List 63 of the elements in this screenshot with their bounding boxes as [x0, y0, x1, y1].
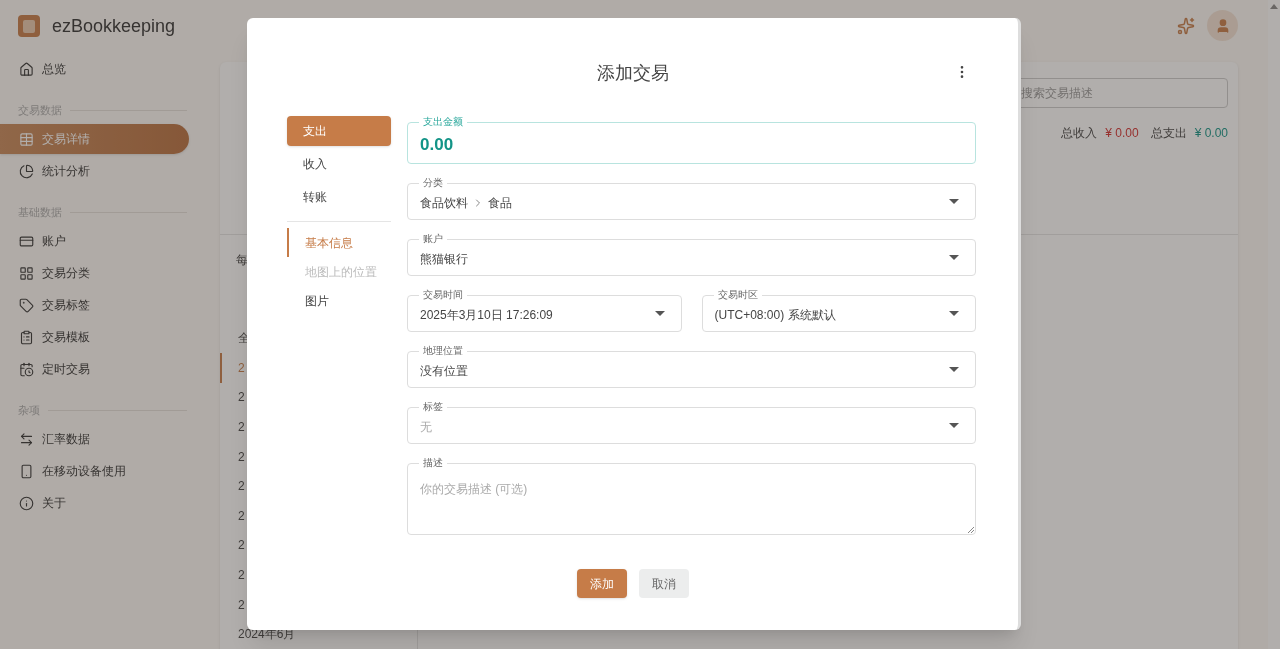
resize-handle-icon [967, 526, 974, 533]
dropdown-caret-icon [949, 423, 959, 428]
nav-item[interactable]: 交易分类 [0, 258, 189, 288]
select-value: (UTC+08:00) 系统默认 [714, 306, 836, 324]
clipboard-icon [19, 329, 34, 345]
info-icon [19, 495, 34, 511]
phone-icon [19, 463, 34, 479]
amount-value: 0.00 [420, 134, 454, 157]
app-logo-icon [18, 15, 40, 37]
description-placeholder: 你的交易描述 (可选) [420, 482, 528, 496]
nav-item[interactable]: 总览 [0, 54, 189, 84]
dialog-title: 添加交易 [596, 61, 669, 85]
dropdown-caret-icon [949, 311, 959, 316]
nav-item[interactable]: 汇率数据 [0, 424, 189, 454]
nav-item[interactable]: 统计分析 [0, 156, 189, 186]
tag-icon [19, 297, 34, 313]
calendar-clock-icon [19, 361, 34, 377]
dropdown-caret-icon [949, 367, 959, 372]
grid-icon [19, 265, 34, 281]
dropdown-caret-icon [949, 199, 959, 204]
total-label: 总收入 [1061, 125, 1098, 143]
type-tab[interactable]: 支出 [287, 116, 391, 146]
field-label: 分类 [419, 177, 447, 189]
add-button[interactable]: 添加 [576, 569, 627, 598]
select-value: 熊猫银行 [420, 250, 468, 268]
cancel-button[interactable]: 取消 [638, 569, 689, 598]
field-label: 交易时区 [713, 289, 762, 301]
total-value: ¥ 0.00 [1105, 125, 1139, 143]
type-tab[interactable]: 收入 [287, 149, 391, 179]
select-value: 2025年3月10日 17:26:09 [420, 306, 553, 324]
avatar-button[interactable] [1207, 10, 1238, 41]
nav-item[interactable]: 关于 [0, 488, 189, 518]
section-tab[interactable]: 基本信息 [287, 228, 391, 257]
nav-item[interactable]: 交易标签 [0, 290, 189, 320]
pie-chart-icon [19, 163, 34, 179]
select-placeholder: 无 [420, 418, 432, 436]
field-label: 账户 [419, 233, 447, 245]
nav-item[interactable]: 交易模板 [0, 322, 189, 352]
select-value: 没有位置 [420, 362, 468, 380]
swap-arrows-icon [19, 431, 34, 447]
filter-label: 每 [236, 252, 248, 270]
total-value: ¥ 0.00 [1194, 125, 1228, 143]
type-tab[interactable]: 转账 [287, 182, 391, 212]
field-label: 地理位置 [419, 345, 467, 357]
card-icon [19, 233, 34, 249]
table-icon [19, 131, 34, 147]
field-label: 描述 [419, 457, 447, 469]
app-name: ezBookkeeping [52, 14, 176, 38]
select-value: 食品饮料 [420, 194, 468, 212]
nav-item[interactable]: 定时交易 [0, 354, 189, 384]
dropdown-caret-icon [654, 311, 665, 316]
section-tab[interactable]: 图片 [287, 286, 391, 315]
sparkle-icon[interactable] [1177, 17, 1195, 35]
field-label: 交易时间 [419, 289, 467, 301]
field-label: 支出金额 [419, 116, 467, 128]
home-icon [19, 61, 34, 77]
dropdown-caret-icon [949, 255, 959, 260]
field-label: 标签 [419, 401, 447, 413]
nav-item[interactable]: 账户 [0, 226, 189, 256]
nav-item[interactable]: 在移动设备使用 [0, 456, 189, 486]
scroll-up-arrow-icon[interactable] [1270, 4, 1278, 9]
total-label: 总支出 [1150, 125, 1187, 143]
select-value: 食品 [488, 194, 512, 212]
